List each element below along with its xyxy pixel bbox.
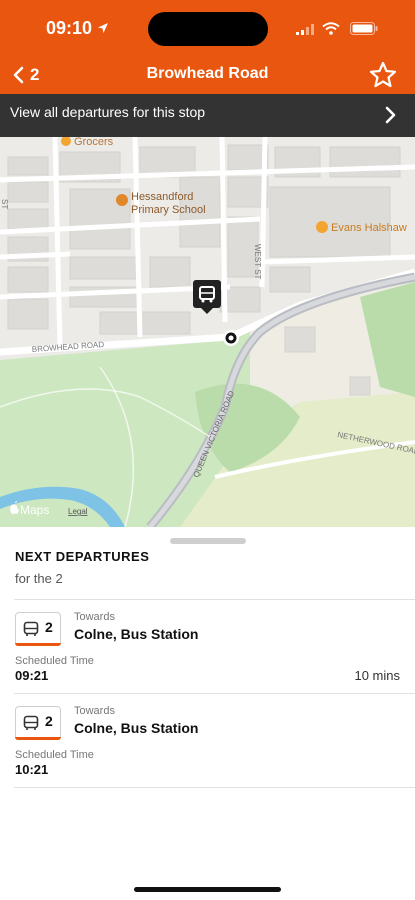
wifi-icon [322,22,340,35]
dynamic-island [148,12,268,46]
route-badge: 2 [15,612,61,646]
status-time: 09:10 [46,18,93,38]
scheduled-time: 09:21 [15,668,49,683]
departures-sheet: NEXT DEPARTURES for the 2 2 Towards Coln… [0,527,415,900]
bus-icon [23,715,39,730]
divider [14,787,415,788]
destination: Colne, Bus Station [74,626,199,642]
route-number: 2 [45,619,53,635]
page-title: Browhead Road [146,65,269,82]
map-label-st: ST [0,199,9,209]
scheduled-time-label: Scheduled Time [15,749,94,761]
towards-label: Towards [74,705,115,717]
maps-attribution: Maps [20,503,49,517]
view-all-departures-link[interactable]: View all departures for this stop [0,94,415,137]
sheet-drag-handle[interactable] [170,538,246,544]
departure-row[interactable]: 2 Towards Colne, Bus Station Scheduled T… [0,600,415,693]
favourite-star-icon[interactable] [369,61,397,88]
route-badge: 2 [15,706,61,740]
towards-label: Towards [74,611,115,623]
map-view[interactable]: Grocers Hessandford Primary School Evans… [0,137,415,527]
map-label-grocers: Grocers [74,137,114,148]
map-label-evans: Evans Halshaw [331,222,407,234]
nav-bar: 2 Browhead Road [0,55,415,94]
map-label-west-st: WEST ST [253,244,262,280]
scheduled-time-label: Scheduled Time [15,655,94,667]
next-departures-subtitle: for the 2 [15,571,63,586]
bus-icon [23,621,39,636]
next-departures-heading: NEXT DEPARTURES [15,549,150,564]
status-bar: 09:10 [0,0,415,55]
location-arrow-icon [98,23,108,33]
scheduled-time: 10:21 [15,762,49,777]
app-header: 09:10 2 Browhead Road [0,0,415,94]
home-indicator[interactable] [134,887,281,892]
chevron-right-icon [385,106,396,124]
view-all-departures-label: View all departures for this stop [10,104,206,120]
map-canvas: Grocers Hessandford Primary School Evans… [0,137,415,527]
due-in: 10 mins [354,668,400,683]
destination: Colne, Bus Station [74,720,199,736]
legal-link[interactable]: Legal [68,507,88,516]
route-color-bar [15,737,61,740]
cellular-signal-icon [296,24,314,35]
battery-icon [350,22,378,35]
departure-row[interactable]: 2 Towards Colne, Bus Station Scheduled T… [0,694,415,787]
route-number: 2 [45,713,53,729]
map-label-school-1: Hessandford [131,191,193,203]
route-color-bar [15,643,61,646]
map-label-school-2: Primary School [131,204,206,216]
